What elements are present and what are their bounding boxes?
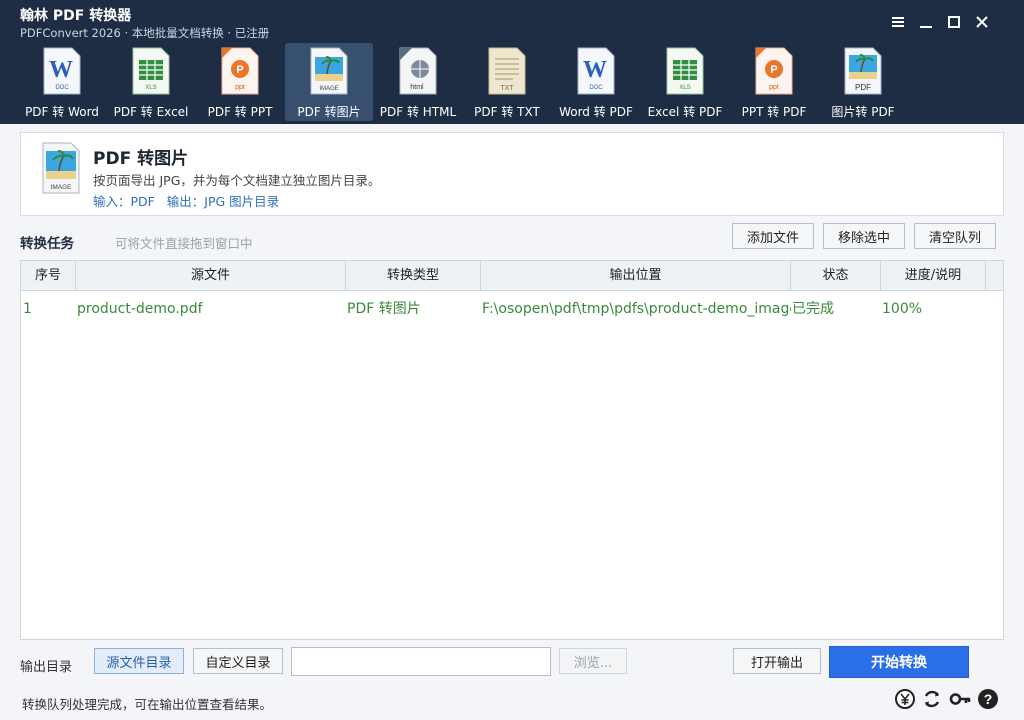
tool-label: PPT 转 PDF: [741, 105, 807, 119]
tool-pdf-to-html[interactable]: html PDF 转 HTML: [374, 43, 462, 121]
tool-label: PDF 转 Excel: [113, 105, 189, 119]
image-icon: IMAGE: [310, 47, 348, 95]
tool-label: PDF 转 PPT: [207, 105, 273, 119]
word-doc-icon: W DOC: [43, 47, 81, 95]
tool-image-to-pdf[interactable]: PDF 图片转 PDF: [819, 43, 907, 121]
column-header-progress[interactable]: 进度/说明: [881, 261, 986, 291]
minimize-icon[interactable]: [914, 10, 938, 34]
tasks-label: 转换任务: [20, 236, 74, 252]
txt-icon: TXT: [488, 47, 526, 95]
task-table: 序号 源文件 转换类型 输出位置 状态 进度/说明 1 product-demo…: [20, 260, 1004, 640]
svg-text:html: html: [410, 84, 424, 91]
svg-text:DOC: DOC: [55, 85, 69, 91]
column-header-status[interactable]: 状态: [791, 261, 881, 291]
tool-label: PDF 转 HTML: [379, 105, 457, 119]
mode-io: 输入：PDF 输出：JPG 图片目录: [93, 194, 280, 209]
svg-text:IMAGE: IMAGE: [319, 86, 338, 92]
ppt-icon: P ppt: [755, 47, 793, 95]
mode-description: 按页面导出 JPG，并为每个文档建立独立图片目录。: [93, 173, 381, 188]
svg-text:ppt: ppt: [769, 84, 779, 91]
svg-text:IMAGE: IMAGE: [51, 184, 73, 191]
remove-selected-button[interactable]: 移除选中: [823, 223, 905, 249]
cell-type: PDF 转图片: [347, 301, 421, 317]
tool-label: Word 转 PDF: [559, 105, 633, 119]
pdf-image-icon: PDF: [844, 47, 882, 95]
cell-output-path: F:\osopen\pdf\tmp\pdfs\product-demo_imag…: [482, 301, 791, 317]
help-icon[interactable]: ?: [977, 688, 999, 710]
tool-pdf-to-word[interactable]: W DOC PDF 转 Word: [18, 43, 106, 121]
output-dir-label: 输出目录: [20, 660, 73, 675]
refresh-icon[interactable]: [921, 688, 943, 710]
word-doc-icon: W DOC: [577, 47, 615, 95]
svg-text:XLS: XLS: [679, 85, 690, 91]
tool-label: PDF 转 Word: [25, 105, 99, 119]
tool-label: 图片转 PDF: [831, 105, 895, 119]
app-title: 翰林 PDF 转换器: [20, 8, 132, 24]
mode-info-panel: IMAGE PDF 转图片 按页面导出 JPG，并为每个文档建立独立图片目录。 …: [20, 132, 1004, 216]
tool-pdf-to-image[interactable]: IMAGE PDF 转图片: [285, 43, 373, 121]
table-row[interactable]: 1 product-demo.pdf PDF 转图片 F:\osopen\pdf…: [21, 292, 1003, 326]
column-header-index[interactable]: 序号: [21, 261, 76, 291]
column-header-type[interactable]: 转换类型: [346, 261, 481, 291]
table-header: 序号 源文件 转换类型 输出位置 状态 进度/说明: [21, 261, 1003, 291]
cell-source-file: product-demo.pdf: [77, 301, 203, 317]
mode-title: PDF 转图片: [93, 149, 189, 169]
menu-icon[interactable]: [886, 10, 910, 34]
clear-queue-button[interactable]: 清空队列: [914, 223, 996, 249]
svg-text:P: P: [236, 64, 243, 76]
excel-xls-icon: XLS: [666, 47, 704, 95]
column-header-source[interactable]: 源文件: [76, 261, 346, 291]
app-subtitle: PDFConvert 2026 · 本地批量文档转换 · 已注册: [20, 26, 270, 40]
tool-label: Excel 转 PDF: [647, 105, 723, 119]
tool-ppt-to-pdf[interactable]: P ppt PPT 转 PDF: [730, 43, 818, 121]
svg-text:?: ?: [984, 691, 993, 707]
cell-index: 1: [23, 301, 32, 317]
yen-icon[interactable]: [894, 688, 916, 710]
tool-pdf-to-ppt[interactable]: P ppt PDF 转 PPT: [196, 43, 284, 121]
tool-word-to-pdf[interactable]: W DOC Word 转 PDF: [552, 43, 640, 121]
svg-text:P: P: [770, 64, 777, 76]
tool-pdf-to-excel[interactable]: XLS PDF 转 Excel: [107, 43, 195, 121]
svg-text:PDF: PDF: [855, 83, 871, 92]
tool-pdf-to-txt[interactable]: TXT PDF 转 TXT: [463, 43, 551, 121]
status-message: 转换队列处理完成，可在输出位置查看结果。: [22, 697, 273, 712]
svg-text:XLS: XLS: [145, 85, 156, 91]
tool-label: PDF 转 TXT: [474, 105, 540, 119]
tool-excel-to-pdf[interactable]: XLS Excel 转 PDF: [641, 43, 729, 121]
browse-button[interactable]: 浏览...: [559, 648, 627, 674]
ppt-icon: P ppt: [221, 47, 259, 95]
html-icon: html: [399, 47, 437, 95]
source-dir-button[interactable]: 源文件目录: [94, 648, 184, 674]
output-path-input[interactable]: [291, 647, 551, 676]
svg-text:W: W: [583, 57, 607, 83]
cell-status: 已完成: [792, 301, 834, 317]
close-icon[interactable]: [970, 10, 994, 34]
image-icon: IMAGE: [42, 142, 80, 194]
svg-text:ppt: ppt: [235, 84, 245, 91]
svg-text:TXT: TXT: [500, 85, 514, 92]
key-icon[interactable]: [949, 688, 971, 710]
column-header-output[interactable]: 输出位置: [481, 261, 791, 291]
add-files-button[interactable]: 添加文件: [732, 223, 814, 249]
svg-text:DOC: DOC: [589, 85, 603, 91]
start-convert-button[interactable]: 开始转换: [829, 646, 969, 678]
tool-label: PDF 转图片: [297, 105, 361, 119]
excel-xls-icon: XLS: [132, 47, 170, 95]
drop-hint: 可将文件直接拖到窗口中: [115, 236, 253, 251]
svg-text:W: W: [49, 57, 73, 83]
open-output-button[interactable]: 打开输出: [733, 648, 821, 674]
custom-dir-button[interactable]: 自定义目录: [193, 648, 283, 674]
maximize-icon[interactable]: [942, 10, 966, 34]
title-bar: 翰林 PDF 转换器 PDFConvert 2026 · 本地批量文档转换 · …: [0, 0, 1024, 124]
cell-progress: 100%: [882, 301, 923, 317]
